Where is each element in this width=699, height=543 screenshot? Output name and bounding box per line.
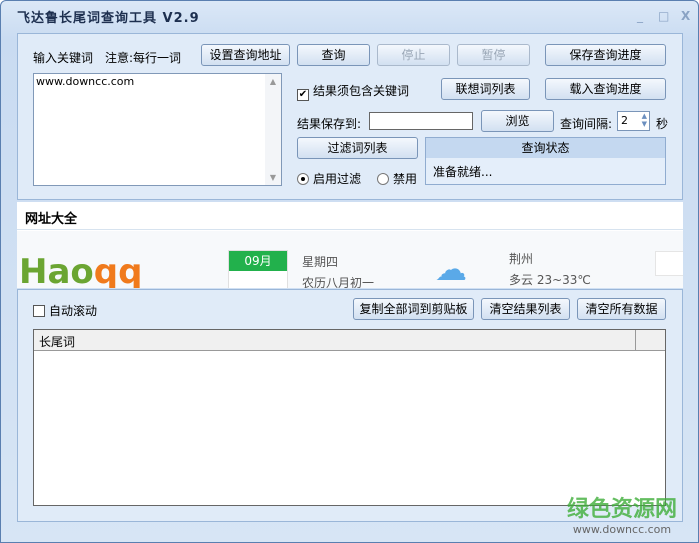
related-list-button[interactable]: 联想词列表 xyxy=(441,78,530,100)
app-window: 飞达鲁长尾词查询工具 V2.9 _ □ X 输入关键词 注意:每行一词 设置查询… xyxy=(0,0,699,543)
weekday-text: 星期四 xyxy=(302,255,339,269)
query-button[interactable]: 查询 xyxy=(297,44,370,66)
checkbox-checked-icon: ✔ xyxy=(297,89,309,101)
web-browser[interactable]: 网址大全 Haoqq 09月 星期四 农历八月初一 ☁ 荆州 多云 23~33℃ xyxy=(17,202,683,288)
web-tab-title: 网址大全 xyxy=(17,202,683,230)
lunar-date: 农历八月初一 xyxy=(302,276,375,288)
maximize-button[interactable]: □ xyxy=(658,9,669,23)
save-progress-button[interactable]: 保存查询进度 xyxy=(545,44,666,66)
radio-icon xyxy=(377,173,389,185)
checkbox-icon xyxy=(33,305,45,317)
keywords-value: www.downcc.com xyxy=(36,75,135,88)
browse-button[interactable]: 浏览 xyxy=(481,110,554,132)
filter-enable-radio[interactable]: 启用过滤 xyxy=(297,170,361,187)
interval-label: 查询间隔: xyxy=(560,117,613,131)
hao-logo[interactable]: Haoqq xyxy=(19,252,142,288)
scrollbar[interactable]: ▲ ▼ xyxy=(265,74,281,185)
status-group: 查询状态 准备就绪... xyxy=(425,137,666,185)
list-header: 长尾词 xyxy=(34,330,665,351)
pause-button[interactable]: 暂停 xyxy=(457,44,530,66)
status-header: 查询状态 xyxy=(426,138,665,158)
note-label: 注意:每行一词 xyxy=(105,51,182,65)
must-contain-label: 结果须包含关键词 xyxy=(313,84,410,98)
calendar-month: 09月 xyxy=(229,251,287,271)
copy-all-button[interactable]: 复制全部词到剪贴板 xyxy=(353,298,474,320)
save-to-label: 结果保存到: xyxy=(297,117,362,131)
spin-arrows-icon[interactable]: ▲ ▼ xyxy=(642,112,647,128)
interval-unit: 秒 xyxy=(656,117,669,131)
city-text: 荆州 xyxy=(509,252,534,266)
filter-disable-label: 禁用 xyxy=(393,172,418,186)
watermark-text: 绿色资源网 xyxy=(567,497,678,522)
load-progress-button[interactable]: 载入查询进度 xyxy=(545,78,666,100)
must-contain-checkbox[interactable]: ✔ 结果须包含关键词 xyxy=(297,82,409,101)
clear-all-button[interactable]: 清空所有数据 xyxy=(577,298,666,320)
filter-enable-label: 启用过滤 xyxy=(313,172,362,186)
watermark-url: www.downcc.com xyxy=(572,523,672,536)
interval-value: 2 xyxy=(621,114,628,127)
set-url-button[interactable]: 设置查询地址 xyxy=(201,44,290,66)
watermark: 绿色资源网 www.downcc.com xyxy=(567,491,677,536)
filter-list-button[interactable]: 过滤词列表 xyxy=(297,137,418,159)
minimize-button[interactable]: _ xyxy=(637,9,643,23)
auto-scroll-label: 自动滚动 xyxy=(49,304,98,318)
stop-button[interactable]: 停止 xyxy=(377,44,450,66)
radio-selected-icon xyxy=(297,173,309,185)
clear-results-button[interactable]: 清空结果列表 xyxy=(481,298,570,320)
close-button[interactable]: X xyxy=(681,9,690,23)
calendar-widget[interactable]: 09月 xyxy=(228,250,288,288)
status-text: 准备就绪... xyxy=(433,165,493,179)
interval-spinner[interactable]: 2 ▲ ▼ xyxy=(617,111,650,131)
weather-cloud-icon: ☁ xyxy=(435,250,467,288)
filter-disable-radio[interactable]: 禁用 xyxy=(377,170,417,187)
keywords-textarea[interactable]: www.downcc.com ▲ ▼ xyxy=(33,73,282,186)
auto-scroll-checkbox[interactable]: 自动滚动 xyxy=(33,302,97,319)
save-path-input[interactable] xyxy=(369,112,473,130)
weather-text: 多云 23~33℃ xyxy=(509,273,591,287)
keyword-label: 输入关键词 xyxy=(33,51,94,65)
column-header-longtail[interactable]: 长尾词 xyxy=(34,330,636,350)
results-list[interactable]: 长尾词 xyxy=(33,329,666,506)
window-title: 飞达鲁长尾词查询工具 V2.9 xyxy=(17,11,200,26)
